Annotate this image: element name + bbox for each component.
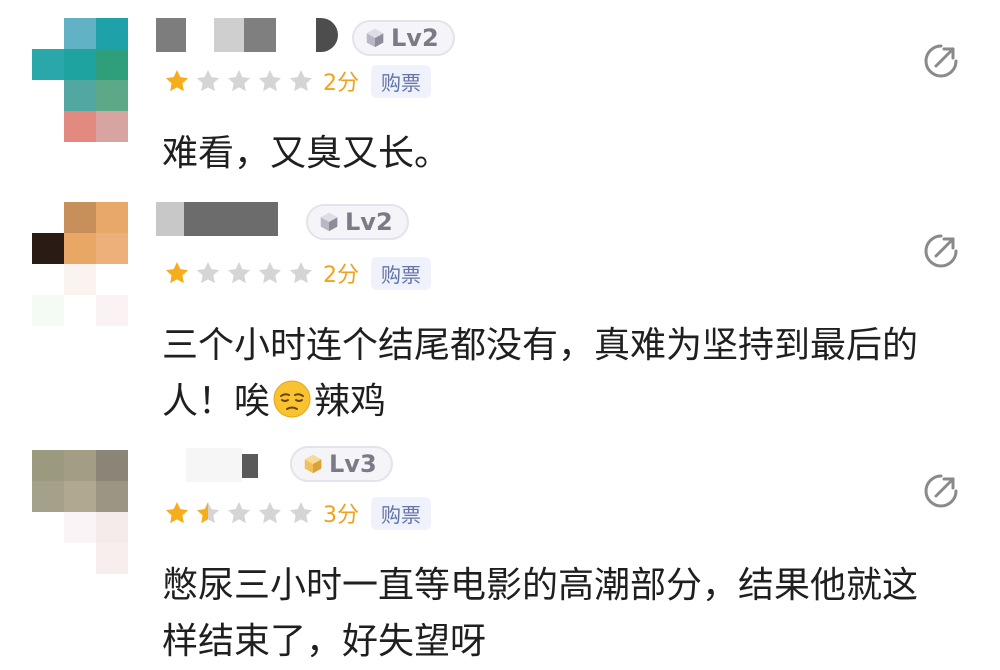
score-label: 3分: [323, 503, 359, 528]
comment-item: Lv2 2分 购票 三个小时连个结尾都没有，真难为坚持到最后的人！唉 辣鸡: [0, 200, 1000, 440]
level-badge: Lv2: [306, 204, 409, 240]
star-empty-icon: [288, 68, 314, 94]
star-empty-icon: [195, 68, 221, 94]
comment-text-part: 辣鸡: [314, 381, 387, 422]
level-badge: Lv2: [352, 20, 455, 56]
comment-item: Lv3 3分 购票 憋尿三小时一直等电影的高潮部分，结果他就这样结束了，好失望呀: [0, 446, 1000, 668]
purchase-tag: 购票: [371, 64, 431, 98]
star-empty-icon: [257, 260, 283, 286]
level-label: Lv2: [345, 208, 393, 236]
rating-row: 2分 购票: [164, 64, 431, 98]
score-label: 2分: [323, 263, 359, 288]
star-empty-icon: [195, 260, 221, 286]
star-filled-icon: [164, 500, 190, 526]
share-icon[interactable]: [920, 230, 962, 272]
username[interactable]: [156, 18, 338, 52]
comment-text: 难看，又臭又长。: [162, 133, 451, 174]
star-empty-icon: [257, 500, 283, 526]
pensive-face-emoji: [273, 380, 311, 418]
star-empty-icon: [288, 260, 314, 286]
star-empty-icon: [226, 500, 252, 526]
purchase-tag: 购票: [371, 496, 431, 530]
comment-text: 三个小时连个结尾都没有，真难为坚持到最后的人！唉 辣鸡: [162, 318, 942, 430]
comment-text: 憋尿三小时一直等电影的高潮部分，结果他就这样结束了，好失望呀: [162, 565, 919, 662]
username[interactable]: [186, 448, 258, 482]
rating-row: 2分 购票: [164, 256, 431, 290]
star-empty-icon: [257, 68, 283, 94]
avatar[interactable]: [32, 18, 128, 142]
rating-row: 3分 购票: [164, 496, 431, 530]
share-icon[interactable]: [920, 470, 962, 512]
level-badge: Lv3: [290, 446, 393, 482]
cube-icon: [366, 28, 384, 48]
star-empty-icon: [288, 500, 314, 526]
star-empty-icon: [226, 260, 252, 286]
cube-icon: [304, 454, 322, 474]
cube-icon: [320, 212, 338, 232]
level-label: Lv3: [329, 450, 377, 478]
level-label: Lv2: [391, 24, 439, 52]
star-empty-icon: [226, 68, 252, 94]
share-icon[interactable]: [920, 40, 962, 82]
avatar[interactable]: [32, 202, 128, 326]
avatar[interactable]: [32, 450, 128, 574]
score-label: 2分: [323, 71, 359, 96]
star-filled-icon: [164, 68, 190, 94]
purchase-tag: 购票: [371, 256, 431, 290]
username[interactable]: [156, 202, 278, 236]
star-filled-icon: [164, 260, 190, 286]
star-half-icon: [195, 500, 221, 526]
comment-item: Lv2 2分 购票 难看，又臭又长。: [0, 18, 1000, 198]
